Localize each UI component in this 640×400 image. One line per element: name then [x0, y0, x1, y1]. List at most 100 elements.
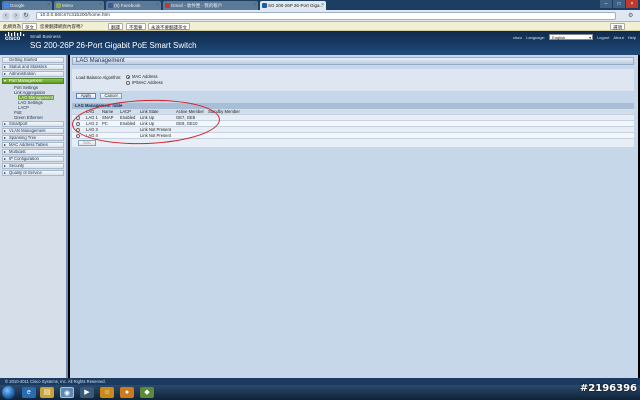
language-select[interactable]: English ▾	[549, 34, 594, 40]
expand-icon: ▸	[4, 121, 7, 126]
col-link-state: Link State	[140, 109, 159, 114]
sidebar-item-getting-started[interactable]: Getting Started	[2, 57, 64, 63]
cell-active-member: GE7, GE8	[176, 115, 196, 120]
col-lag: LAG	[86, 109, 95, 114]
start-button-icon[interactable]	[2, 386, 15, 399]
cancel-button[interactable]: Cancel	[100, 93, 122, 99]
lag-table: LAG Name LACP Link State Active Member S…	[72, 109, 634, 147]
col-lacp: LACP	[120, 109, 131, 114]
sidebar-item-vlan[interactable]: ▸ VLAN Management	[2, 128, 64, 134]
expand-icon: ▸	[4, 163, 7, 168]
cell-link-state: Link Up	[140, 121, 155, 126]
tab-facebook[interactable]: (5) Facebook ×	[106, 1, 161, 10]
load-balance-panel: Load Balance Algorithm: MAC Address IP/M…	[72, 69, 634, 91]
maximize-icon[interactable]: □	[613, 0, 625, 8]
no-translate-button[interactable]: 不需要	[126, 23, 146, 30]
header-links: cisco Language: English ▾ Logout About He…	[513, 34, 636, 40]
favicon-icon	[56, 3, 61, 8]
folder-icon[interactable]: ▤	[40, 387, 54, 398]
load-balance-label: Load Balance Algorithm:	[76, 75, 122, 80]
cell-lacp: Enabled	[120, 121, 136, 126]
brand-logo: cisco	[5, 36, 21, 42]
minimize-icon[interactable]: –	[600, 0, 612, 8]
expand-icon: ▸	[4, 135, 7, 140]
wrench-icon[interactable]: ⚙	[628, 12, 636, 20]
apply-button[interactable]: Apply	[76, 93, 96, 99]
main-content: LAG Management Load Balance Algorithm: M…	[70, 55, 638, 385]
help-link[interactable]: Help	[628, 35, 636, 40]
page-title: LAG Management	[72, 57, 634, 65]
tab-google[interactable]: Google ×	[2, 1, 52, 10]
cell-link-state: Link Not Present	[140, 127, 171, 132]
sidebar-item-smartport[interactable]: ▸ Smartport	[2, 121, 64, 127]
col-name: Name	[102, 109, 114, 114]
cell-lag: LAG 1	[86, 115, 98, 120]
logout-link[interactable]: Logout	[597, 35, 609, 40]
sidebar-item-administration[interactable]: ▸ Administration	[2, 71, 64, 77]
translate-text: 此網頁為	[3, 24, 21, 29]
cell-link-state: Link Up	[140, 115, 155, 120]
translate-question: 您要翻譯網頁內容嗎？	[40, 24, 85, 29]
row-select-radio[interactable]	[76, 128, 80, 132]
cell-lag: LAG 3	[86, 127, 98, 132]
row-select-radio[interactable]	[76, 134, 80, 138]
back-icon[interactable]: ‹	[2, 12, 10, 20]
radio-ip-mac-address[interactable]	[126, 81, 130, 85]
close-icon[interactable]: ×	[47, 1, 50, 10]
translate-lang-select[interactable]: 英文	[22, 23, 37, 30]
user-label: cisco	[513, 34, 523, 40]
messenger-icon[interactable]: ☺	[100, 387, 114, 398]
favicon-icon	[108, 3, 113, 8]
app2-icon[interactable]: ◆	[140, 387, 154, 398]
window-controls: – □ ×	[600, 0, 638, 9]
cell-lag: LAG 4	[86, 133, 98, 138]
address-bar: ‹ › ↻ 10.0.0.66/cs7c31b200/home.htm ⚙	[0, 10, 640, 22]
forward-icon[interactable]: ›	[12, 12, 20, 20]
close-icon[interactable]: ×	[156, 1, 159, 10]
about-link[interactable]: About	[613, 35, 623, 40]
expand-icon: ▸	[4, 142, 7, 147]
never-translate-button[interactable]: 永遠不要翻譯英文	[148, 23, 190, 30]
app-header: cisco Small Business SG 200-26P 26-Port …	[0, 31, 640, 55]
sidebar-item-mac-tables[interactable]: ▸ MAC Address Tables	[2, 142, 64, 148]
cell-name: SNAP	[102, 115, 114, 120]
close-icon[interactable]: ×	[253, 1, 256, 10]
translate-button[interactable]: 翻譯	[108, 23, 123, 30]
sidebar-item-qos[interactable]: ▸ Quality of Service	[2, 170, 64, 176]
row-select-radio[interactable]	[76, 116, 80, 120]
tab-gmail[interactable]: Gmail - 收件匣 - 我的帳戶 ×	[163, 1, 258, 10]
expand-icon: ▸	[4, 71, 7, 76]
expand-icon: ▸	[4, 170, 7, 175]
sidebar-item-ip-config[interactable]: ▸ IP Configuration	[2, 156, 64, 162]
tab-switch[interactable]: SG 200-26P 26-Port Giga... ×	[260, 1, 326, 10]
app-icon[interactable]: ●	[120, 387, 134, 398]
expand-icon: ▸	[4, 64, 7, 69]
col-active-member: Active Member	[176, 109, 204, 114]
edit-button[interactable]: Edit	[78, 140, 96, 146]
ie-icon[interactable]: e	[22, 387, 36, 398]
row-select-radio[interactable]	[76, 122, 80, 126]
url-input[interactable]: 10.0.0.66/cs7c31b200/home.htm	[36, 12, 616, 20]
translate-options-button[interactable]: 選項	[610, 23, 625, 30]
media-player-icon[interactable]: ▶	[80, 387, 94, 398]
close-window-icon[interactable]: ×	[626, 0, 638, 8]
sidebar-item-security[interactable]: ▸ Security	[2, 163, 64, 169]
tab-mimo[interactable]: Mimo ×	[54, 1, 104, 10]
expand-icon: ▸	[4, 156, 7, 161]
sidebar-item-status[interactable]: ▸ Status and Statistics	[2, 64, 64, 70]
language-label: Language:	[526, 34, 546, 40]
reload-icon[interactable]: ↻	[22, 12, 30, 20]
table-footer: Edit	[72, 139, 634, 147]
radio-mac-address[interactable]	[126, 75, 130, 79]
browser-tab-bar: Google × Mimo × (5) Facebook × Gmail - 收件匣 …	[0, 0, 640, 10]
chrome-icon[interactable]: ◉	[60, 387, 74, 398]
watermark: #2196396	[579, 383, 637, 394]
favicon-icon	[165, 3, 170, 8]
sidebar-item-multicast[interactable]: ▸ Multicast	[2, 149, 64, 155]
sidebar-item-port-management[interactable]: ▾ Port Management	[2, 78, 64, 84]
expand-icon: ▸	[4, 128, 7, 133]
sidebar-item-spanning-tree[interactable]: ▸ Spanning Tree	[2, 135, 64, 141]
close-icon[interactable]: ×	[321, 1, 324, 10]
close-icon[interactable]: ×	[99, 1, 102, 10]
radio-ip-mac-label: IP/MAC Address	[132, 80, 163, 85]
